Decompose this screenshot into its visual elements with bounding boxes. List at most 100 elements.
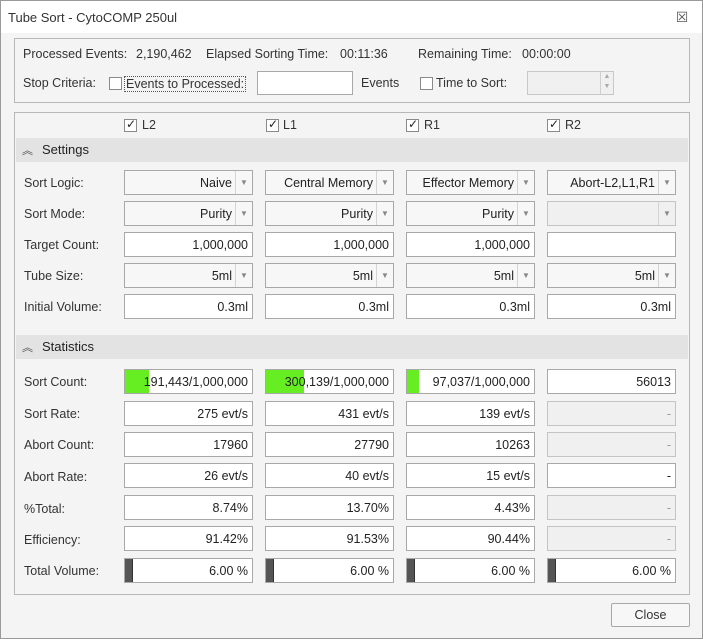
- total-volume-bar-r2: 6.00 %: [547, 558, 676, 583]
- efficiency-value-r2: -: [547, 526, 676, 551]
- column-r2-label: R2: [565, 118, 581, 132]
- efficiency-value-l1: 91.53%: [265, 526, 394, 551]
- statistics-section-header[interactable]: ︽ Statistics: [16, 335, 688, 359]
- tube-size-select-l2[interactable]: 5ml ▼: [124, 263, 253, 288]
- time-spinner[interactable]: ▲ ▼: [600, 72, 613, 94]
- sort-count-progress-l2: 191,443/1,000,000: [124, 369, 253, 394]
- collapse-chevron-icon: ︽: [22, 145, 33, 157]
- column-r1-label: R1: [424, 118, 440, 132]
- initial-volume-input-l1[interactable]: 0.3ml: [265, 294, 394, 319]
- sort-logic-select-l1[interactable]: Central Memory ▼: [265, 170, 394, 195]
- column-l1-checkbox[interactable]: [266, 117, 279, 132]
- initial-volume-input-r1[interactable]: 0.3ml: [406, 294, 535, 319]
- volume-fill: [125, 559, 133, 582]
- target-count-input-l2[interactable]: 1,000,000: [124, 232, 253, 257]
- events-to-processed-label[interactable]: Events to Processed:: [124, 76, 247, 92]
- chevron-down-icon: ▼: [517, 264, 534, 287]
- sort-count-progress-r1: 97,037/1,000,000: [406, 369, 535, 394]
- sort-rate-value-r1: 139 evt/s: [406, 401, 535, 426]
- sort-rate-label: Sort Rate:: [24, 407, 81, 421]
- sort-count-progress-l1: 300,139/1,000,000: [265, 369, 394, 394]
- elapsed-time-value: 00:11:36: [340, 47, 388, 61]
- column-r1-checkbox[interactable]: [406, 117, 419, 132]
- target-count-input-l1[interactable]: 1,000,000: [265, 232, 394, 257]
- window-title: Tube Sort - CytoCOMP 250ul: [8, 10, 178, 25]
- abort-count-value-r1: 10263: [406, 432, 535, 457]
- time-to-sort-input[interactable]: ▲ ▼: [527, 71, 614, 95]
- statistics-title: Statistics: [42, 339, 95, 354]
- volume-fill: [407, 559, 415, 582]
- volume-fill: [548, 559, 556, 582]
- remaining-time-label: Remaining Time:: [418, 47, 512, 61]
- total-volume-bar-l2: 6.00 %: [124, 558, 253, 583]
- efficiency-value-l2: 91.42%: [124, 526, 253, 551]
- sort-rate-value-l1: 431 evt/s: [265, 401, 394, 426]
- sort-logic-select-r1[interactable]: Effector Memory ▼: [406, 170, 535, 195]
- column-l2-checkbox[interactable]: [124, 117, 137, 132]
- sort-logic-select-l2[interactable]: Naive ▼: [124, 170, 253, 195]
- elapsed-time-label: Elapsed Sorting Time:: [206, 47, 329, 61]
- pct-total-value-l2: 8.74%: [124, 495, 253, 520]
- initial-volume-input-r2[interactable]: 0.3ml: [547, 294, 676, 319]
- sort-mode-select-r2[interactable]: ▼: [547, 201, 676, 226]
- target-count-input-r1[interactable]: 1,000,000: [406, 232, 535, 257]
- target-count-input-r2[interactable]: [547, 232, 676, 257]
- column-l1-label: L1: [283, 118, 297, 132]
- sort-mode-label: Sort Mode:: [24, 207, 86, 221]
- abort-count-value-r2: -: [547, 432, 676, 457]
- tube-size-label: Tube Size:: [24, 269, 84, 283]
- chevron-down-icon: ▼: [517, 171, 534, 194]
- status-panel: Processed Events: 2,190,462 Elapsed Sort…: [14, 38, 690, 103]
- time-to-sort-label: Time to Sort:: [436, 76, 508, 90]
- chevron-down-icon: ▼: [658, 202, 675, 225]
- events-unit-label: Events: [361, 76, 400, 90]
- close-button[interactable]: Close: [611, 603, 690, 627]
- pct-total-value-r1: 4.43%: [406, 495, 535, 520]
- abort-rate-label: Abort Rate:: [24, 470, 88, 484]
- tube-size-select-r2[interactable]: 5ml ▼: [547, 263, 676, 288]
- efficiency-label: Efficiency:: [24, 533, 81, 547]
- efficiency-value-r1: 90.44%: [406, 526, 535, 551]
- abort-count-label: Abort Count:: [24, 438, 95, 452]
- settings-section-header[interactable]: ︽ Settings: [16, 138, 688, 162]
- remaining-time-value: 00:00:00: [522, 47, 571, 61]
- tube-size-select-l1[interactable]: 5ml ▼: [265, 263, 394, 288]
- sort-mode-select-l1[interactable]: Purity ▼: [265, 201, 394, 226]
- abort-rate-value-l1: 40 evt/s: [265, 463, 394, 488]
- sort-count-value-r2: 56013: [547, 369, 676, 394]
- chevron-down-icon: ▼: [658, 264, 675, 287]
- stop-criteria-label: Stop Criteria:: [23, 76, 96, 90]
- tube-sort-dialog: Tube Sort - CytoCOMP 250ul ☒ Processed E…: [0, 0, 703, 639]
- sort-mode-select-r1[interactable]: Purity ▼: [406, 201, 535, 226]
- sort-mode-select-l2[interactable]: Purity ▼: [124, 201, 253, 226]
- processed-events-label: Processed Events:: [23, 47, 128, 61]
- sort-count-label: Sort Count:: [24, 375, 88, 389]
- settings-title: Settings: [42, 142, 89, 157]
- chevron-down-icon: ▼: [376, 171, 393, 194]
- time-to-sort-checkbox[interactable]: [420, 77, 433, 90]
- tube-size-select-r1[interactable]: 5ml ▼: [406, 263, 535, 288]
- abort-rate-value-r1: 15 evt/s: [406, 463, 535, 488]
- title-bar: Tube Sort - CytoCOMP 250ul ☒: [1, 1, 702, 33]
- column-r2-checkbox[interactable]: [547, 117, 560, 132]
- events-to-processed-checkbox[interactable]: [109, 77, 122, 90]
- total-volume-label: Total Volume:: [24, 564, 100, 578]
- initial-volume-input-l2[interactable]: 0.3ml: [124, 294, 253, 319]
- pct-total-label: %Total:: [24, 502, 65, 516]
- volume-fill: [266, 559, 274, 582]
- total-volume-bar-l1: 6.00 %: [265, 558, 394, 583]
- close-icon[interactable]: ☒: [674, 9, 690, 25]
- pct-total-value-r2: -: [547, 495, 676, 520]
- processed-events-value: 2,190,462: [136, 47, 192, 61]
- sort-logic-select-r2[interactable]: Abort-L2,L1,R1 ▼: [547, 170, 676, 195]
- abort-count-value-l2: 17960: [124, 432, 253, 457]
- sort-rate-value-r2: -: [547, 401, 676, 426]
- sort-logic-label: Sort Logic:: [24, 176, 84, 190]
- chevron-down-icon: ▼: [517, 202, 534, 225]
- target-count-label: Target Count:: [24, 238, 100, 252]
- initial-volume-label: Initial Volume:: [24, 300, 102, 314]
- abort-rate-value-r2: -: [547, 463, 676, 488]
- chevron-down-icon: ▼: [658, 171, 675, 194]
- events-count-input[interactable]: [257, 71, 353, 95]
- chevron-down-icon: ▼: [235, 202, 252, 225]
